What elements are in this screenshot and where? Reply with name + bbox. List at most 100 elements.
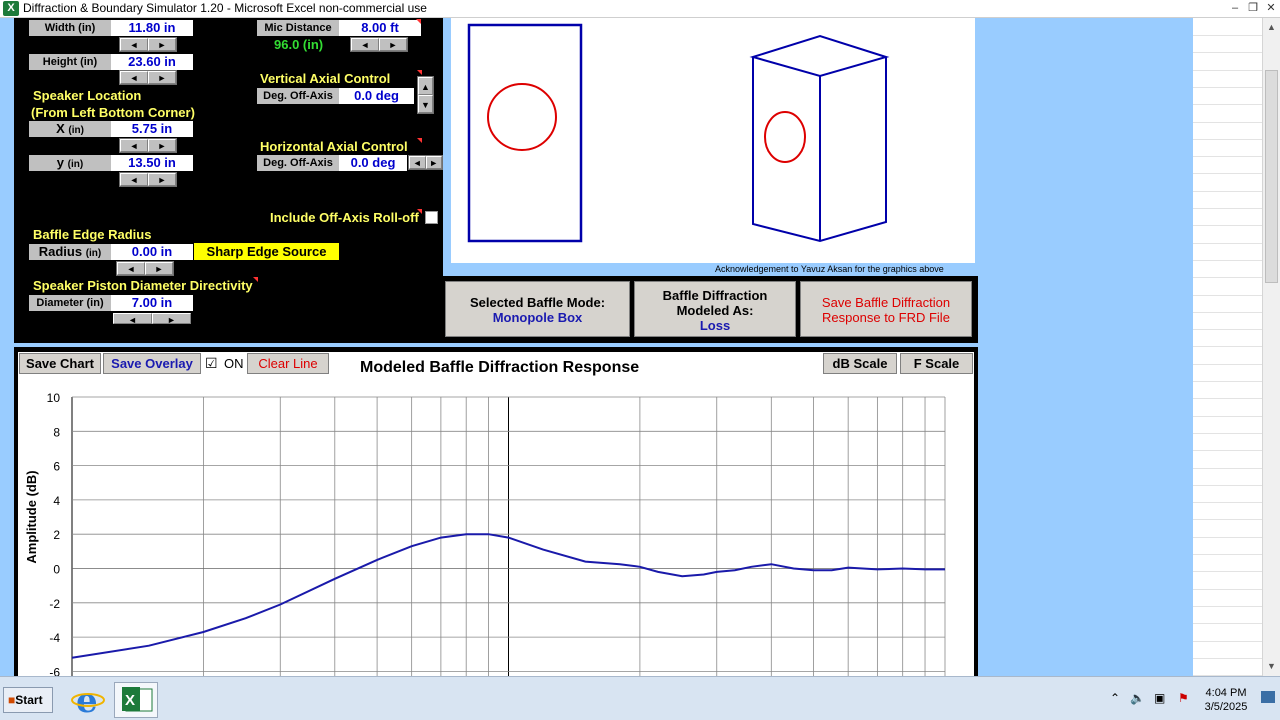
- clock-time: 4:04 PM: [1205, 687, 1247, 699]
- baffle-edge-title: Baffle Edge Radius: [33, 227, 152, 242]
- taskbar: ■Start e X ⌃ 🔈 ▣ ⚑ 4:04 PM 3/5/2025: [0, 676, 1280, 720]
- vertical-axial-title: Vertical Axial Control: [260, 71, 391, 86]
- y-value[interactable]: 13.50 in: [111, 155, 193, 171]
- cell-gridline: [1193, 294, 1262, 296]
- left-arrow-icon[interactable]: ◄: [351, 38, 379, 51]
- horizontal-spinner[interactable]: ◄ ►: [408, 155, 443, 170]
- right-arrow-icon[interactable]: ►: [148, 71, 176, 84]
- rolloff-checkbox[interactable]: [425, 211, 438, 224]
- cell-gridline: [1193, 502, 1262, 504]
- diffraction-modeled-box: Baffle Diffraction Modeled As: Loss: [634, 281, 796, 337]
- save-chart-button[interactable]: Save Chart: [19, 353, 101, 374]
- horizontal-off-axis-value[interactable]: 0.0 deg: [339, 155, 407, 171]
- mic-distance-value[interactable]: 8.00 ft: [339, 20, 421, 36]
- cell-gridline: [1193, 640, 1262, 642]
- close-button[interactable]: ✕: [1263, 1, 1279, 16]
- x-value[interactable]: 5.75 in: [111, 121, 193, 137]
- db-scale-button[interactable]: dB Scale: [823, 353, 897, 374]
- network-icon[interactable]: ▣: [1154, 691, 1165, 705]
- cell-gridline: [1193, 35, 1262, 36]
- modeled-title-1: Baffle Diffraction: [662, 288, 768, 303]
- cell-gridline: [1193, 346, 1262, 348]
- front-speaker-circle: [487, 83, 557, 151]
- y-tick-label: 10: [47, 391, 61, 405]
- height-value[interactable]: 23.60 in: [111, 54, 193, 70]
- vertical-off-axis-value[interactable]: 0.0 deg: [339, 88, 414, 104]
- response-chart: 10 8 6 4 2 0 -2 -4 -6 Amplitude (dB): [24, 391, 946, 676]
- cell-gridline: [1193, 588, 1262, 590]
- selected-mode-title: Selected Baffle Mode:: [469, 295, 606, 310]
- internet-explorer-icon[interactable]: e: [66, 681, 110, 720]
- left-arrow-icon[interactable]: ◄: [120, 71, 148, 84]
- modeled-value: Loss: [699, 318, 731, 333]
- left-arrow-icon[interactable]: ◄: [113, 313, 152, 325]
- right-arrow-icon[interactable]: ►: [148, 38, 176, 51]
- up-arrow-icon[interactable]: ▲: [418, 77, 433, 95]
- left-arrow-icon[interactable]: ◄: [120, 139, 148, 152]
- f-scale-button[interactable]: F Scale: [900, 353, 973, 374]
- y-tick-label: 8: [53, 425, 60, 439]
- action-center-icon[interactable]: ⚑: [1178, 691, 1189, 705]
- mic-spinner[interactable]: ◄ ►: [350, 37, 408, 52]
- save-overlay-button[interactable]: Save Overlay: [103, 353, 201, 374]
- cell-gridline: [1193, 605, 1262, 607]
- left-arrow-icon[interactable]: ◄: [117, 262, 145, 275]
- show-desktop-button[interactable]: [1261, 691, 1275, 703]
- height-label: Height (in): [29, 54, 111, 70]
- excel-app-icon[interactable]: X: [3, 1, 19, 16]
- overlay-on-label: ON: [224, 356, 244, 371]
- x-spinner[interactable]: ◄ ►: [119, 138, 177, 153]
- diameter-spinner[interactable]: ◄ ►: [111, 311, 193, 326]
- piston-directivity-title: Speaker Piston Diameter Directivity: [33, 278, 253, 293]
- comment-marker: [416, 19, 421, 24]
- scroll-thumb[interactable]: [1265, 70, 1278, 283]
- right-arrow-icon[interactable]: ►: [152, 313, 191, 325]
- cell-gridline: [1193, 398, 1262, 400]
- right-arrow-icon[interactable]: ►: [379, 38, 407, 51]
- start-button[interactable]: ■Start: [3, 687, 53, 713]
- show-hidden-icons-button[interactable]: ⌃: [1110, 691, 1120, 705]
- cell-gridline: [1193, 190, 1262, 192]
- left-arrow-icon[interactable]: ◄: [409, 156, 426, 169]
- volume-icon[interactable]: 🔈: [1130, 691, 1145, 705]
- scroll-down-arrow-icon[interactable]: ▼: [1264, 659, 1279, 674]
- radius-value[interactable]: 0.00 in: [111, 244, 193, 260]
- left-arrow-icon[interactable]: ◄: [120, 38, 148, 51]
- scroll-up-arrow-icon[interactable]: ▲: [1264, 20, 1279, 35]
- clear-line-button[interactable]: Clear Line: [247, 353, 329, 374]
- graphics-acknowledgement: Acknowledgement to Yavuz Aksan for the g…: [715, 264, 944, 274]
- right-arrow-icon[interactable]: ►: [145, 262, 173, 275]
- width-value[interactable]: 11.80 in: [111, 20, 193, 36]
- chart-title: Modeled Baffle Diffraction Response: [360, 359, 640, 376]
- right-arrow-icon[interactable]: ►: [425, 156, 442, 169]
- cell-gridline: [1193, 415, 1262, 417]
- diameter-value[interactable]: 7.00 in: [111, 295, 193, 311]
- radius-spinner[interactable]: ◄ ►: [116, 261, 174, 276]
- cell-gridline: [1193, 554, 1262, 555]
- vertical-spinner[interactable]: ▲ ▼: [417, 76, 434, 114]
- cell-gridline: [1193, 381, 1262, 382]
- excel-taskbar-icon[interactable]: X: [114, 682, 158, 718]
- y-spinner[interactable]: ◄ ►: [119, 172, 177, 187]
- right-arrow-icon[interactable]: ►: [148, 139, 176, 152]
- vertical-scrollbar[interactable]: ▲ ▼: [1262, 18, 1280, 676]
- width-spinner[interactable]: ◄ ►: [119, 37, 177, 52]
- right-arrow-icon[interactable]: ►: [148, 173, 176, 186]
- cell-gridline: [1193, 311, 1262, 313]
- y-tick-label: -6: [49, 665, 60, 676]
- save-frd-button[interactable]: Save Baffle Diffraction Response to FRD …: [800, 281, 972, 337]
- selected-mode-value: Monopole Box: [492, 310, 583, 325]
- comment-marker: [417, 138, 422, 143]
- minimize-button[interactable]: –: [1227, 1, 1243, 16]
- system-clock[interactable]: 4:04 PM 3/5/2025: [1196, 686, 1256, 714]
- speaker-location-subtitle: (From Left Bottom Corner): [31, 105, 195, 120]
- comment-marker: [253, 277, 258, 282]
- height-spinner[interactable]: ◄ ►: [119, 70, 177, 85]
- left-arrow-icon[interactable]: ◄: [120, 173, 148, 186]
- edge-source-badge: Sharp Edge Source: [194, 243, 339, 260]
- y-axis-label: Amplitude (dB): [24, 470, 39, 563]
- y-tick-label: -2: [49, 597, 60, 611]
- restore-button[interactable]: ❐: [1245, 1, 1261, 16]
- down-arrow-icon[interactable]: ▼: [418, 95, 433, 113]
- overlay-checkbox[interactable]: ☑: [205, 354, 218, 373]
